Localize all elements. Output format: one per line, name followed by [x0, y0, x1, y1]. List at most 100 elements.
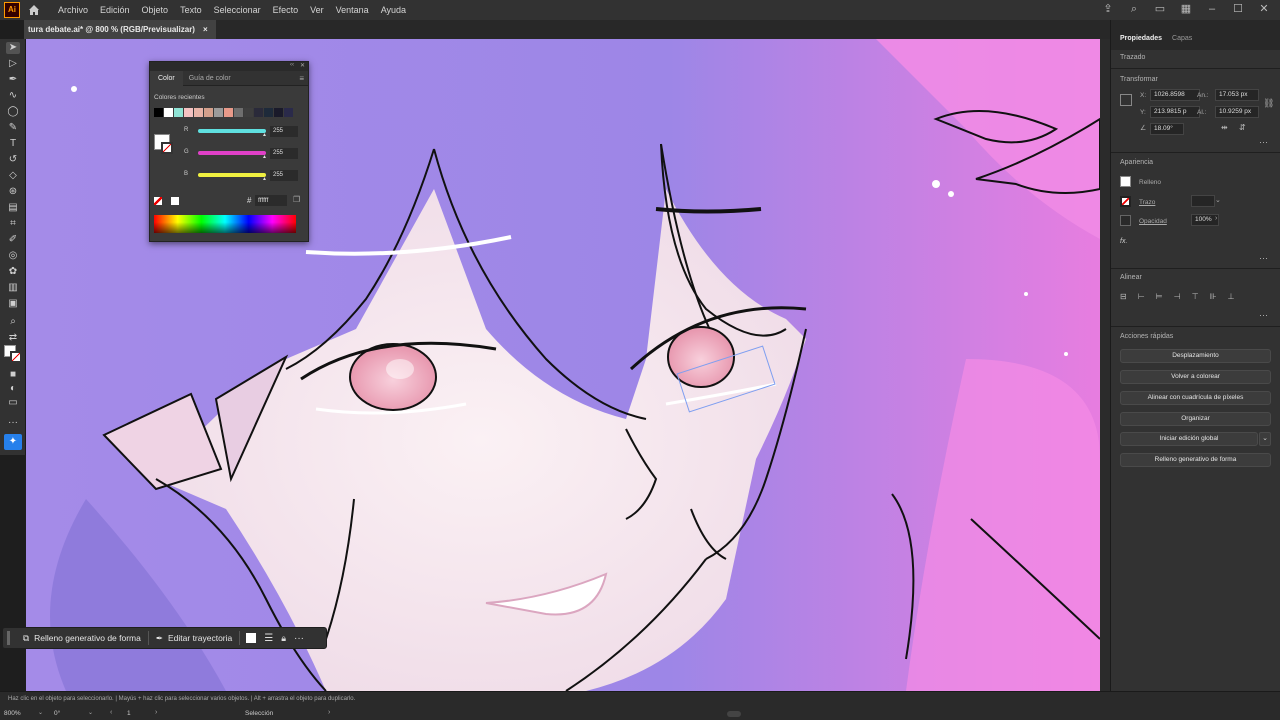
stroke-swatch[interactable] [10, 351, 22, 363]
curvature-tool-icon[interactable]: ∿ [6, 90, 20, 102]
align-pixel-grid-button[interactable]: Alinear con cuadrícula de píxeles [1120, 391, 1271, 405]
generative-shape-fill-button[interactable]: Relleno generativo de forma [1120, 453, 1271, 467]
zoom-field[interactable]: 800% [4, 710, 40, 717]
share-icon[interactable]: ⇪ [1102, 3, 1114, 15]
ellipse-tool-icon[interactable]: ◯ [6, 106, 20, 118]
arrange-icon[interactable]: ▦ [1180, 3, 1192, 15]
next-artboard-icon[interactable]: › [155, 709, 157, 716]
stroke-swatch-panel[interactable] [1120, 196, 1131, 207]
menu-ventana[interactable]: Ventana [330, 5, 375, 15]
align-top-icon[interactable]: ⊤ [1192, 292, 1199, 301]
channel-slider[interactable] [198, 129, 266, 133]
recent-swatch[interactable] [234, 108, 243, 117]
opacity-chevron-icon[interactable]: › [1215, 215, 1217, 222]
screen-mode-icon[interactable]: ▭ [6, 397, 20, 409]
width-field[interactable]: 17.053 px [1215, 89, 1259, 101]
reference-point-icon[interactable] [1120, 94, 1132, 106]
mesh-tool-icon[interactable]: ⌗ [6, 218, 20, 230]
document-tab[interactable]: tura debate.ai* @ 800 % (RGB/Previsualiz… [24, 20, 216, 39]
tab-properties[interactable]: Propiedades [1115, 35, 1167, 50]
eraser-tool-icon[interactable]: ◇ [6, 170, 20, 182]
rotate-tool-icon[interactable]: ↺ [6, 154, 20, 166]
draw-mode-icon[interactable]: ◐ [6, 383, 20, 395]
selection-tool-icon[interactable]: ➤ [6, 42, 20, 54]
collapse-icon[interactable]: ‹‹ [290, 62, 294, 68]
menu-ver[interactable]: Ver [304, 5, 330, 15]
menu-texto[interactable]: Texto [174, 5, 208, 15]
more-options-icon[interactable]: ··· [294, 633, 304, 644]
menu-archivo[interactable]: Archivo [52, 5, 94, 15]
recent-swatch[interactable] [284, 108, 293, 117]
vertical-scrollbar[interactable] [1100, 39, 1110, 691]
color-mode-icon[interactable]: ■ [6, 369, 20, 381]
generative-fill-button[interactable]: ⧉ Relleno generativo de forma [16, 629, 148, 647]
menu-objeto[interactable]: Objeto [136, 5, 175, 15]
rotation-field[interactable]: 0° [54, 710, 84, 717]
align-center-v-icon[interactable]: ⊪ [1210, 292, 1217, 301]
drag-handle-icon[interactable] [7, 631, 10, 645]
warp-tool-icon[interactable]: ⊛ [6, 186, 20, 198]
align-right-icon[interactable]: ⊣ [1174, 292, 1181, 301]
align-bottom-icon[interactable]: ⊥ [1228, 292, 1235, 301]
stroke-dropdown-icon[interactable]: ⌄ [1215, 196, 1221, 204]
stroke-label[interactable]: Trazo [1139, 199, 1155, 206]
horizontal-scrollbar[interactable] [727, 711, 741, 717]
transform-more-icon[interactable]: ··· [1259, 137, 1268, 147]
menu-edicion[interactable]: Edición [94, 5, 136, 15]
none-swatch[interactable] [154, 197, 162, 205]
direct-selection-tool-icon[interactable]: ▷ [6, 58, 20, 70]
menu-ayuda[interactable]: Ayuda [375, 5, 412, 15]
search-icon[interactable]: ⌕ [1128, 3, 1140, 15]
appearance-more-icon[interactable]: ··· [1259, 253, 1268, 263]
zoom-dropdown-icon[interactable]: ⌄ [38, 709, 43, 716]
panel-menu-icon[interactable]: ≡ [299, 74, 304, 83]
tab-color[interactable]: Color [150, 70, 183, 86]
arrange-button[interactable]: Organizar [1120, 412, 1271, 426]
hex-field[interactable]: ffffff [255, 195, 287, 206]
constrain-proportions-icon[interactable]: ⛓ [1263, 98, 1274, 109]
global-edit-button[interactable]: Iniciar edición global [1120, 432, 1258, 446]
artboard-field[interactable]: 1 [127, 710, 131, 717]
fill-square-icon[interactable] [246, 633, 257, 643]
lock-icon[interactable]: 🔒︎ [281, 633, 286, 644]
global-edit-dropdown-icon[interactable]: ⌄ [1259, 432, 1271, 446]
prev-artboard-icon[interactable]: ‹ [110, 709, 112, 716]
recent-swatch[interactable] [164, 108, 173, 117]
recolor-button[interactable]: Volver a colorear [1120, 370, 1271, 384]
opacity-label[interactable]: Opacidad [1139, 218, 1167, 225]
menu-seleccionar[interactable]: Seleccionar [208, 5, 267, 15]
type-tool-icon[interactable]: T [6, 138, 20, 150]
recent-swatch[interactable] [194, 108, 203, 117]
channel-value[interactable]: 255 [270, 170, 298, 181]
flip-vertical-icon[interactable]: ⇵ [1239, 123, 1246, 132]
symbol-tool-icon[interactable]: ✿ [6, 266, 20, 278]
menu-lines-icon[interactable]: ☰ [264, 633, 273, 644]
x-field[interactable]: 1026.8598 [1150, 89, 1200, 101]
blend-tool-icon[interactable]: ◎ [6, 250, 20, 262]
home-icon[interactable] [26, 2, 42, 18]
recent-swatch[interactable] [174, 108, 183, 117]
align-center-h-icon[interactable]: ⊨ [1156, 292, 1163, 301]
slider-thumb-icon[interactable]: ▲ [262, 176, 267, 182]
height-field[interactable]: 10.9259 px [1215, 106, 1259, 118]
offset-path-button[interactable]: Desplazamiento [1120, 349, 1271, 363]
channel-slider[interactable] [198, 173, 266, 177]
workspace-icon[interactable]: ▭ [1154, 3, 1166, 15]
stroke-weight-field[interactable] [1191, 195, 1215, 207]
stroke-none-icon[interactable] [161, 142, 173, 154]
align-more-icon[interactable]: ··· [1259, 310, 1268, 320]
menu-efecto[interactable]: Efecto [267, 5, 305, 15]
minimize-icon[interactable]: – [1206, 3, 1218, 15]
hex-copy-icon[interactable]: ❐ [293, 195, 300, 204]
angle-field[interactable]: 18.09° [1150, 123, 1184, 135]
artboard-tool-icon[interactable]: ▣ [6, 298, 20, 310]
color-spectrum[interactable] [154, 215, 296, 233]
fx-icon[interactable]: fx. [1120, 238, 1127, 245]
recent-swatch[interactable] [224, 108, 233, 117]
recent-swatch[interactable] [244, 108, 253, 117]
edit-path-button[interactable]: ✒ Editar trayectoria [149, 629, 239, 647]
panel-close-icon[interactable]: ✕ [300, 62, 305, 69]
generative-tool-icon[interactable]: ✦ [4, 434, 22, 450]
gradient-tool-icon[interactable]: ▤ [6, 202, 20, 214]
close-icon[interactable]: ✕ [1258, 3, 1270, 15]
